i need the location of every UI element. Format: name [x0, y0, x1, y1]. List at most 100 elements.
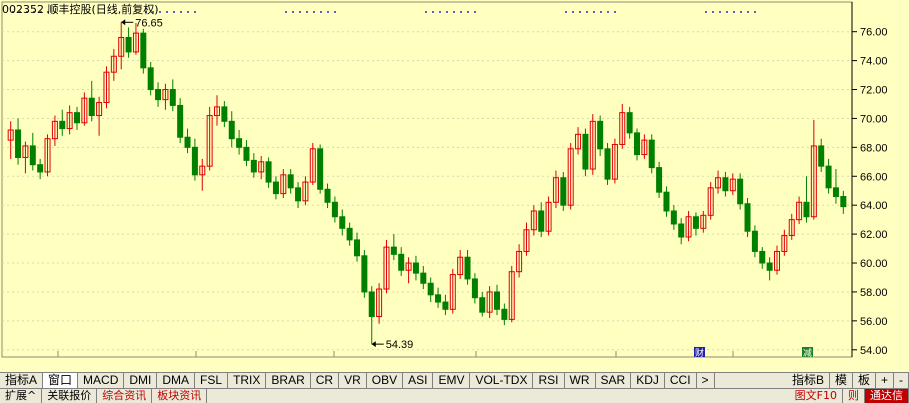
tab-6[interactable]: TRIX	[228, 373, 267, 389]
bottom-tab-0[interactable]: 扩展^	[0, 389, 43, 403]
signal-dot	[747, 11, 749, 13]
tab-7[interactable]: BRAR	[266, 373, 311, 389]
candle-body	[140, 32, 147, 69]
signal-dot	[705, 11, 707, 13]
signal-dot	[467, 11, 469, 13]
candle-body	[317, 148, 324, 190]
y-tick-label: 58.00	[860, 287, 888, 299]
tab-11[interactable]: ASI	[403, 373, 434, 389]
candle-body	[265, 161, 272, 183]
tab-3[interactable]: DMI	[124, 373, 158, 389]
y-tick-label: 56.00	[860, 316, 888, 328]
candle-body	[656, 167, 663, 193]
y-tick-label: 60.00	[860, 258, 888, 270]
bottom-tab-1[interactable]: 关联报价	[42, 389, 98, 403]
tab-18[interactable]: CCI	[665, 373, 697, 389]
signal-dot	[432, 11, 434, 13]
candle-body	[398, 253, 405, 271]
bottom-spacer	[207, 389, 789, 403]
candle-body	[354, 239, 360, 257]
y-tick-label: 64.00	[860, 200, 888, 212]
candle-body	[361, 255, 368, 293]
tab-right-4[interactable]: -	[894, 373, 909, 389]
candle-body	[840, 196, 847, 208]
candle-body	[803, 201, 810, 218]
candle-body	[766, 262, 773, 271]
y-tick-label: 62.00	[860, 229, 888, 241]
signal-dot	[446, 11, 448, 13]
signal-dot	[614, 11, 616, 13]
signal-dot	[712, 11, 714, 13]
tab-right-1[interactable]: 模	[830, 373, 853, 389]
candle-body	[243, 146, 250, 161]
signal-dot	[593, 11, 595, 13]
tab-15[interactable]: WR	[565, 373, 596, 389]
candle-body	[331, 201, 338, 218]
tab-12[interactable]: EMV	[433, 373, 471, 389]
candle-body	[125, 36, 132, 53]
tab-14[interactable]: RSI	[533, 373, 565, 389]
bottom-right-1[interactable]: 则	[843, 389, 865, 403]
bottom-right-0[interactable]: 图文F10	[790, 389, 843, 403]
bottom-tab-2[interactable]: 综合资讯	[97, 389, 153, 403]
signal-dot	[439, 11, 441, 13]
candle-body	[37, 164, 44, 173]
chart-window: 76.00 74.00 72.00 70.00 68.00 66.00 64.00 62.00…	[0, 0, 909, 403]
signal-dot	[754, 11, 756, 13]
tab-13[interactable]: VOL-TDX	[470, 373, 534, 389]
candle-body	[427, 282, 434, 296]
candle-body	[501, 308, 508, 320]
tab-1[interactable]: 窗口	[43, 373, 79, 389]
signal-dot	[292, 11, 294, 13]
signal-dot	[299, 11, 301, 13]
tab-16[interactable]: SAR	[596, 373, 632, 389]
bottom-tab-3[interactable]: 板块资讯	[152, 389, 208, 403]
candle-body	[582, 133, 589, 170]
bottom-right-2[interactable]: 通达信	[865, 389, 909, 403]
candle-body	[663, 191, 670, 212]
candle-body	[670, 210, 677, 225]
signal-dot	[306, 11, 308, 13]
signal-dot	[726, 11, 728, 13]
candle-body	[744, 203, 751, 232]
tab-right-2[interactable]: 板	[853, 373, 876, 389]
tab-17[interactable]: KDJ	[631, 373, 665, 389]
candle-body	[442, 301, 449, 310]
candle-body	[15, 129, 22, 158]
signal-dot	[579, 11, 581, 13]
candle-body	[420, 272, 427, 284]
x-tick-label: 2021年	[5, 359, 40, 360]
candle-body	[177, 104, 184, 138]
candle-body	[678, 223, 685, 238]
tab-2[interactable]: MACD	[78, 373, 125, 389]
candle-body	[295, 187, 302, 202]
signal-dot	[474, 11, 476, 13]
signal-dot	[166, 11, 168, 13]
annotation-label: 76.65	[135, 17, 163, 29]
signal-dot	[460, 11, 462, 13]
signal-dot	[320, 11, 322, 13]
annotation-arrowhead	[371, 341, 376, 348]
candle-body	[390, 246, 397, 255]
signal-dot	[180, 11, 182, 13]
candle-body	[191, 146, 198, 176]
candle-body	[29, 145, 36, 166]
tab-right-0[interactable]: 指标B	[787, 373, 830, 389]
candle-body	[825, 165, 832, 189]
tab-8[interactable]: CR	[311, 373, 340, 389]
tab-0[interactable]: 指标A	[0, 373, 44, 389]
candle-body	[324, 188, 331, 203]
tab-19[interactable]: >	[697, 373, 715, 389]
candle-body	[221, 106, 228, 122]
signal-dot	[173, 11, 175, 13]
tab-right-3[interactable]: +	[876, 373, 894, 389]
tab-4[interactable]: DMA	[157, 373, 196, 389]
tab-10[interactable]: OBV	[367, 373, 404, 389]
candlestick-chart[interactable]: 76.00 74.00 72.00 70.00 68.00 66.00 64.00 62.00…	[0, 0, 909, 360]
y-tick-label: 74.00	[860, 56, 888, 68]
tab-5[interactable]: FSL	[195, 373, 229, 389]
candle-body	[538, 210, 545, 232]
tab-9[interactable]: VR	[339, 373, 367, 389]
annotation-label: 54.39	[386, 339, 414, 351]
candle-body	[722, 177, 729, 192]
